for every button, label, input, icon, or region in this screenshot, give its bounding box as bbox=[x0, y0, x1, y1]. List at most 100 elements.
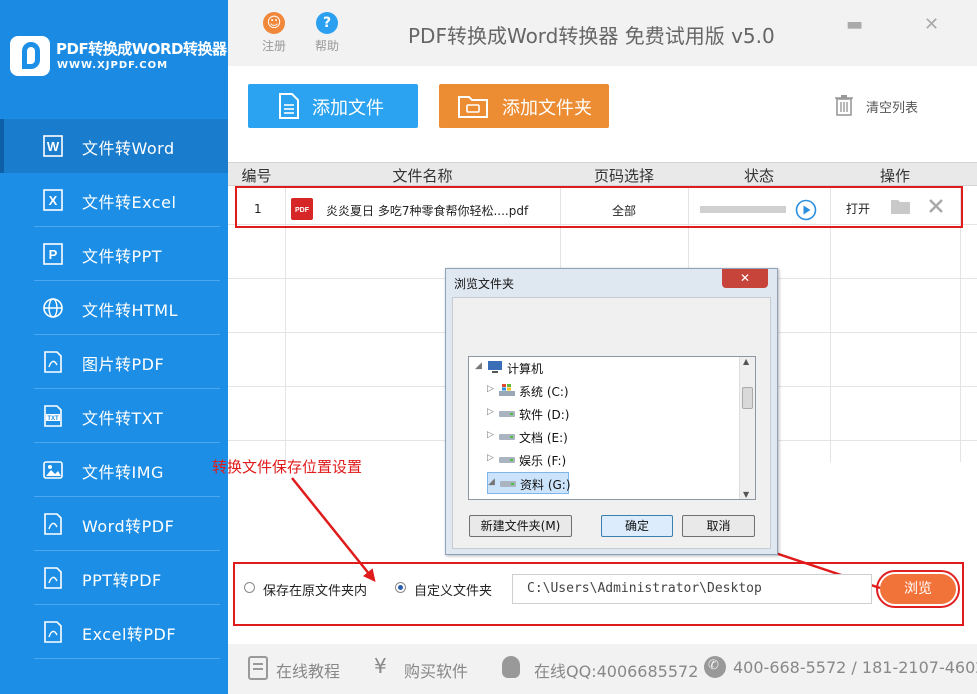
close-icon: ✕ bbox=[924, 14, 940, 35]
help-label: 帮助 bbox=[314, 39, 339, 53]
sidebar-item-label: 文件转HTML bbox=[82, 301, 179, 320]
sidebar-item-img[interactable]: 文件转IMG bbox=[0, 443, 228, 497]
save-custom-label[interactable]: 自定义文件夹 bbox=[414, 580, 492, 599]
svg-text:P: P bbox=[49, 247, 58, 262]
column-header: 编号 bbox=[241, 167, 272, 185]
app-logo: PDF转换成WORD转换器 WWW.XJPDF.COM bbox=[0, 0, 228, 118]
add-file-label: 添加文件 bbox=[312, 98, 384, 119]
browse-button[interactable]: 浏览 bbox=[880, 574, 956, 604]
column-header: 状态 bbox=[743, 167, 774, 185]
browse-folder-dialog: 浏览文件夹 ✕ ◢ 计算机 ▷ 系统 (C:) ▷ 软件 (D:) ▷ 文档 (… bbox=[445, 268, 778, 555]
new-folder-button[interactable]: 新建文件夹(M) bbox=[469, 515, 572, 537]
word-icon: W bbox=[43, 135, 63, 157]
sidebar-item-word[interactable]: W 文件转Word bbox=[0, 119, 228, 173]
sidebar-item-word-to-pdf[interactable]: Word转PDF bbox=[0, 497, 228, 551]
buy-software-link[interactable]: 购买软件 bbox=[404, 658, 468, 682]
sidebar-item-txt[interactable]: TXT 文件转TXT bbox=[0, 389, 228, 443]
add-folder-button[interactable]: 添加文件夹 bbox=[439, 84, 609, 128]
sidebar-item-excel-to-pdf[interactable]: Excel转PDF bbox=[0, 605, 228, 659]
drive-icon bbox=[499, 411, 515, 417]
logo-url: WWW.XJPDF.COM bbox=[57, 60, 169, 71]
pdf-icon bbox=[44, 567, 62, 589]
dialog-title: 浏览文件夹 bbox=[454, 277, 515, 291]
sidebar-item-label: 文件转TXT bbox=[82, 409, 164, 428]
sidebar-item-ppt-to-pdf[interactable]: PPT转PDF bbox=[0, 551, 228, 605]
minimize-button[interactable]: ▬ bbox=[846, 14, 863, 35]
tree-item-label: 软件 (D:) bbox=[519, 408, 570, 422]
trash-icon bbox=[835, 95, 853, 116]
save-original-label[interactable]: 保存在原文件夹内 bbox=[263, 580, 367, 599]
register-label: 注册 bbox=[261, 39, 286, 53]
row-highlight-box bbox=[235, 186, 963, 228]
tree-item-label: 文档 (E:) bbox=[519, 431, 568, 445]
sidebar-item-label: 文件转Excel bbox=[82, 193, 177, 212]
divider bbox=[34, 658, 220, 659]
sidebar-item-excel[interactable]: X 文件转Excel bbox=[0, 173, 228, 227]
collapse-arrow-icon: ▷ bbox=[487, 407, 494, 417]
qq-icon bbox=[502, 656, 520, 678]
sidebar-item-label: Word转PDF bbox=[82, 517, 175, 536]
footer: 在线教程 ¥ 购买软件 在线QQ:4006685572 ✆ 400-668-55… bbox=[228, 644, 977, 694]
save-custom-radio[interactable] bbox=[395, 582, 406, 593]
tree-item-drive-c[interactable]: ▷ 系统 (C:) bbox=[487, 380, 735, 402]
add-file-button[interactable]: 添加文件 bbox=[248, 84, 418, 128]
globe-icon bbox=[43, 298, 63, 318]
save-original-radio[interactable] bbox=[244, 582, 255, 593]
tree-item-drive-e[interactable]: ▷ 文档 (E:) bbox=[487, 426, 735, 448]
sidebar-item-html[interactable]: 文件转HTML bbox=[0, 281, 228, 335]
output-path-input[interactable]: C:\Users\Administrator\Desktop bbox=[512, 574, 872, 604]
pdf-icon bbox=[44, 621, 62, 643]
svg-text:TXT: TXT bbox=[47, 416, 59, 422]
column-header: 操作 bbox=[879, 167, 910, 185]
scroll-down-icon[interactable]: ▼ bbox=[743, 490, 749, 499]
sidebar-item-image-to-pdf[interactable]: 图片转PDF bbox=[0, 335, 228, 389]
help-icon: ? bbox=[316, 12, 338, 34]
tree-item-drive-g[interactable]: ◢ 资料 (G:) bbox=[487, 472, 571, 494]
dialog-body: ◢ 计算机 ▷ 系统 (C:) ▷ 软件 (D:) ▷ 文档 (E:) ▷ 娱乐… bbox=[452, 297, 771, 549]
svg-text:X: X bbox=[49, 193, 58, 208]
window-title: PDF转换成Word转换器 免费试用版 v5.0 bbox=[408, 24, 775, 48]
table-header: 编号 文件名称 页码选择 状态 操作 bbox=[228, 162, 977, 186]
minimize-icon: ▬ bbox=[846, 14, 864, 35]
tree-item-computer[interactable]: ◢ 计算机 bbox=[475, 357, 735, 379]
ok-button[interactable]: 确定 bbox=[601, 515, 673, 537]
sidebar-item-label: 文件转Word bbox=[82, 139, 175, 158]
scroll-up-icon[interactable]: ▲ bbox=[743, 357, 749, 366]
logo-icon bbox=[10, 36, 50, 76]
clear-list-label: 清空列表 bbox=[866, 101, 919, 116]
folder-tree: ◢ 计算机 ▷ 系统 (C:) ▷ 软件 (D:) ▷ 文档 (E:) ▷ 娱乐… bbox=[468, 356, 756, 500]
scroll-thumb[interactable] bbox=[742, 387, 753, 409]
tree-item-label: 计算机 bbox=[507, 362, 544, 376]
expand-arrow-icon: ◢ bbox=[475, 361, 482, 371]
tree-scrollbar[interactable]: ▲ ▼ bbox=[739, 357, 755, 499]
collapse-arrow-icon: ▷ bbox=[487, 453, 494, 463]
logo-title: PDF转换成WORD转换器 bbox=[56, 40, 227, 58]
online-tutorial-link[interactable]: 在线教程 bbox=[276, 658, 340, 682]
drive-icon bbox=[499, 434, 515, 440]
windows-drive-icon bbox=[499, 384, 515, 396]
help-button[interactable]: ? 帮助 bbox=[307, 12, 347, 54]
drive-icon bbox=[500, 481, 516, 487]
tree-item-drive-d[interactable]: ▷ 软件 (D:) bbox=[487, 403, 735, 425]
qq-contact[interactable]: 在线QQ:4006685572 bbox=[534, 658, 698, 682]
expand-arrow-icon: ◢ bbox=[488, 477, 495, 487]
close-button[interactable]: ✕ bbox=[924, 14, 939, 35]
phone-icon: ✆ bbox=[704, 656, 726, 678]
add-folder-label: 添加文件夹 bbox=[502, 98, 592, 119]
excel-icon: X bbox=[43, 189, 63, 211]
tree-item-drive-f[interactable]: ▷ 娱乐 (F:) bbox=[487, 449, 735, 471]
computer-icon bbox=[488, 361, 502, 373]
pdf-icon bbox=[44, 351, 62, 373]
sidebar: PDF转换成WORD转换器 WWW.XJPDF.COM W 文件转Word X … bbox=[0, 0, 228, 694]
image-icon bbox=[43, 461, 63, 479]
tree-item-label: 资料 (G:) bbox=[520, 478, 571, 492]
collapse-arrow-icon: ▷ bbox=[487, 430, 494, 440]
title-bar: ☺ 注册 ? 帮助 PDF转换成Word转换器 免费试用版 v5.0 ▬ ✕ bbox=[228, 0, 977, 66]
register-button[interactable]: ☺ 注册 bbox=[254, 12, 294, 54]
phone-contact: 400-668-5572 / 181-2107-4602 bbox=[733, 658, 977, 677]
dialog-close-button[interactable]: ✕ bbox=[722, 269, 768, 288]
pdf-icon bbox=[44, 513, 62, 535]
cancel-button[interactable]: 取消 bbox=[682, 515, 755, 537]
sidebar-item-ppt[interactable]: P 文件转PPT bbox=[0, 227, 228, 281]
collapse-arrow-icon: ▷ bbox=[487, 384, 494, 394]
